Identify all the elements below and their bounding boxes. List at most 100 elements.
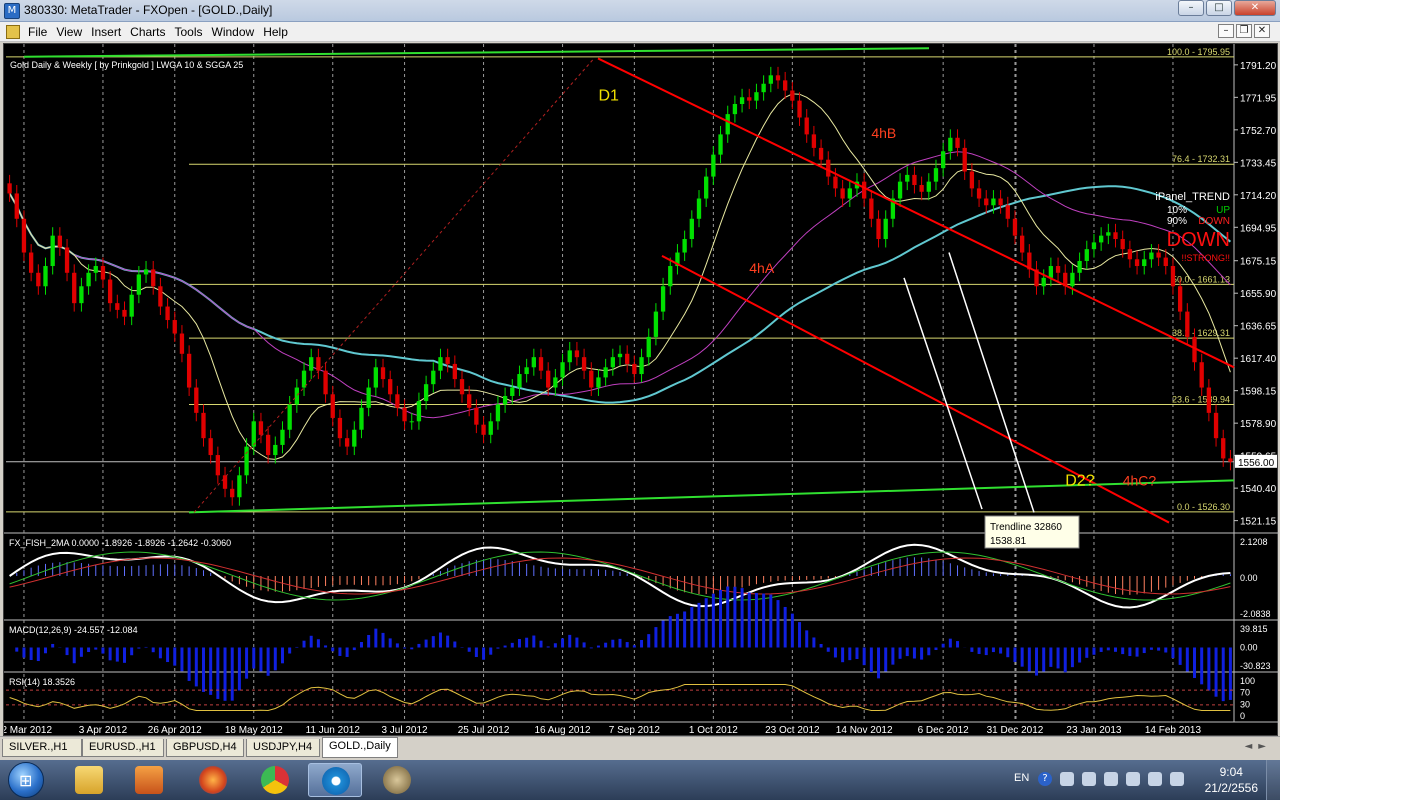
candle-body xyxy=(215,455,221,476)
ie-icon[interactable] xyxy=(308,763,362,797)
media-player-icon[interactable] xyxy=(122,763,176,797)
trendline-tooltip-line2: 1538.81 xyxy=(990,536,1027,547)
ipanel-down-label: DOWN xyxy=(1198,216,1230,227)
tab-gbpusd-h4[interactable]: GBPUSD,H4 xyxy=(166,739,244,757)
candle-body xyxy=(502,395,508,405)
metatrader-icon[interactable] xyxy=(370,763,424,797)
candle-body xyxy=(301,370,307,388)
chart-document-icon[interactable] xyxy=(6,25,20,39)
y-tick-label: 1752.70 xyxy=(1240,126,1277,137)
candle-body xyxy=(1185,311,1190,337)
window-title: 380330: MetaTrader - FXOpen - [GOLD.,Dai… xyxy=(24,3,273,17)
metatrader-window: M 380330: MetaTrader - FXOpen - [GOLD.,D… xyxy=(0,0,1280,800)
candle-body xyxy=(660,286,666,312)
ipanel-strong-label: !!STRONG!! xyxy=(1181,253,1230,263)
settings-icon[interactable] xyxy=(1060,772,1074,786)
menu-view[interactable]: View xyxy=(56,24,91,40)
candle-body xyxy=(883,218,888,240)
x-tick-label: 3 Apr 2012 xyxy=(79,725,128,736)
candle-body xyxy=(186,353,192,388)
candle-body xyxy=(524,367,529,375)
menu-file[interactable]: File xyxy=(28,24,56,40)
y-tick-label: 1791.20 xyxy=(1240,61,1277,72)
clock-date: 21/2/2556 xyxy=(1204,781,1258,795)
y-tick-label: 1521.15 xyxy=(1240,517,1277,528)
candle-body xyxy=(1098,235,1104,243)
minimize-icon[interactable]: – xyxy=(1178,0,1204,16)
resistance-trendline xyxy=(23,47,930,58)
tab-gold-daily[interactable]: GOLD.,Daily xyxy=(322,737,398,758)
chart-close-icon[interactable]: ✕ xyxy=(1254,24,1270,38)
candle-body xyxy=(122,309,127,317)
candle-body xyxy=(625,353,630,364)
candle-body xyxy=(359,407,364,430)
tab-usdjpy-h4[interactable]: USDJPY,H4 xyxy=(246,739,320,757)
x-tick-label: 23 Jan 2013 xyxy=(1066,725,1121,736)
ipanel-big-label: DOWN xyxy=(1167,229,1230,251)
candle-body xyxy=(352,429,357,447)
indicator-name: MACD(12,26,9) -24.557 -12.084 xyxy=(9,625,138,635)
menu-window[interactable]: Window xyxy=(212,24,264,40)
show-desktop-button[interactable] xyxy=(1266,760,1280,800)
candle-body xyxy=(452,363,457,380)
candle-body xyxy=(818,147,824,160)
chart-restore-icon[interactable]: ❐ xyxy=(1236,24,1252,38)
candle-body xyxy=(933,168,939,182)
candle-body xyxy=(596,377,601,388)
menu-help[interactable]: Help xyxy=(263,24,297,40)
flag-icon[interactable] xyxy=(1104,772,1118,786)
fib-level-label: 23.6 - 1589.94 xyxy=(1172,395,1230,405)
candle-body xyxy=(1070,272,1075,287)
start-button[interactable]: ⊞ xyxy=(8,762,44,798)
indicator-tick-label: 0 xyxy=(1240,711,1245,721)
tab-eurusd-h1[interactable]: EURUSD.,H1 xyxy=(82,739,164,757)
help-icon[interactable]: ? xyxy=(1038,772,1052,786)
chart-minimize-icon[interactable]: – xyxy=(1218,24,1234,38)
chart-area[interactable]: 12 Mar 2012 3 Apr 2012 26 Apr 2012 18 May 2… xyxy=(3,43,1279,737)
candle-body xyxy=(1012,218,1018,236)
clock-time: 9:04 xyxy=(1219,765,1243,779)
indicator-tick-label: -30.823 xyxy=(1240,661,1271,671)
candle-body xyxy=(1213,412,1219,439)
candle-body xyxy=(287,404,292,430)
tab-scroll-arrows[interactable]: ◄► xyxy=(1245,741,1272,752)
clock[interactable]: 9:04 21/2/2556 xyxy=(1205,764,1258,796)
maximize-icon[interactable]: □ xyxy=(1206,0,1232,16)
fib-level-label: 100.0 - 1795.95 xyxy=(1167,47,1230,57)
candle-body xyxy=(64,247,70,273)
menu-tools[interactable]: Tools xyxy=(175,24,212,40)
battery-icon[interactable] xyxy=(1126,772,1140,786)
tab-silver-h1[interactable]: SILVER.,H1 xyxy=(2,739,82,757)
candle-body xyxy=(488,421,493,435)
candle-body xyxy=(696,198,702,219)
candle-body xyxy=(976,188,982,199)
network-icon[interactable] xyxy=(1148,772,1162,786)
chrome-icon[interactable] xyxy=(248,763,302,797)
candle-body xyxy=(646,336,651,358)
candle-body xyxy=(474,407,479,425)
candle-body xyxy=(1156,252,1161,258)
x-tick-label: 18 May 2012 xyxy=(225,725,283,736)
candle-body xyxy=(905,174,910,182)
close-icon[interactable]: ✕ xyxy=(1234,0,1276,16)
menu-insert[interactable]: Insert xyxy=(91,24,130,40)
folder-icon[interactable] xyxy=(62,763,116,797)
y-tick-label: 1694.95 xyxy=(1240,223,1277,234)
volume-icon[interactable] xyxy=(1170,772,1184,786)
language-indicator[interactable]: EN xyxy=(1014,772,1029,784)
candle-body xyxy=(1177,286,1183,312)
candle-body xyxy=(50,235,55,267)
candle-body xyxy=(280,429,285,445)
firefox-icon[interactable] xyxy=(186,763,240,797)
candle-body xyxy=(948,137,953,152)
indicator-tick-label: 2.1208 xyxy=(1240,537,1268,547)
candle-body xyxy=(1221,438,1226,459)
candle-body xyxy=(237,475,242,498)
tray-up-icon[interactable] xyxy=(1082,772,1096,786)
candle-body xyxy=(1199,362,1204,388)
indicator-tick-label: 100 xyxy=(1240,676,1255,686)
menu-charts[interactable]: Charts xyxy=(130,24,174,40)
candle-body xyxy=(86,272,91,287)
gold-daily-chart[interactable]: 12 Mar 2012 3 Apr 2012 26 Apr 2012 18 May 2… xyxy=(4,44,1279,737)
candle-body xyxy=(984,198,989,206)
